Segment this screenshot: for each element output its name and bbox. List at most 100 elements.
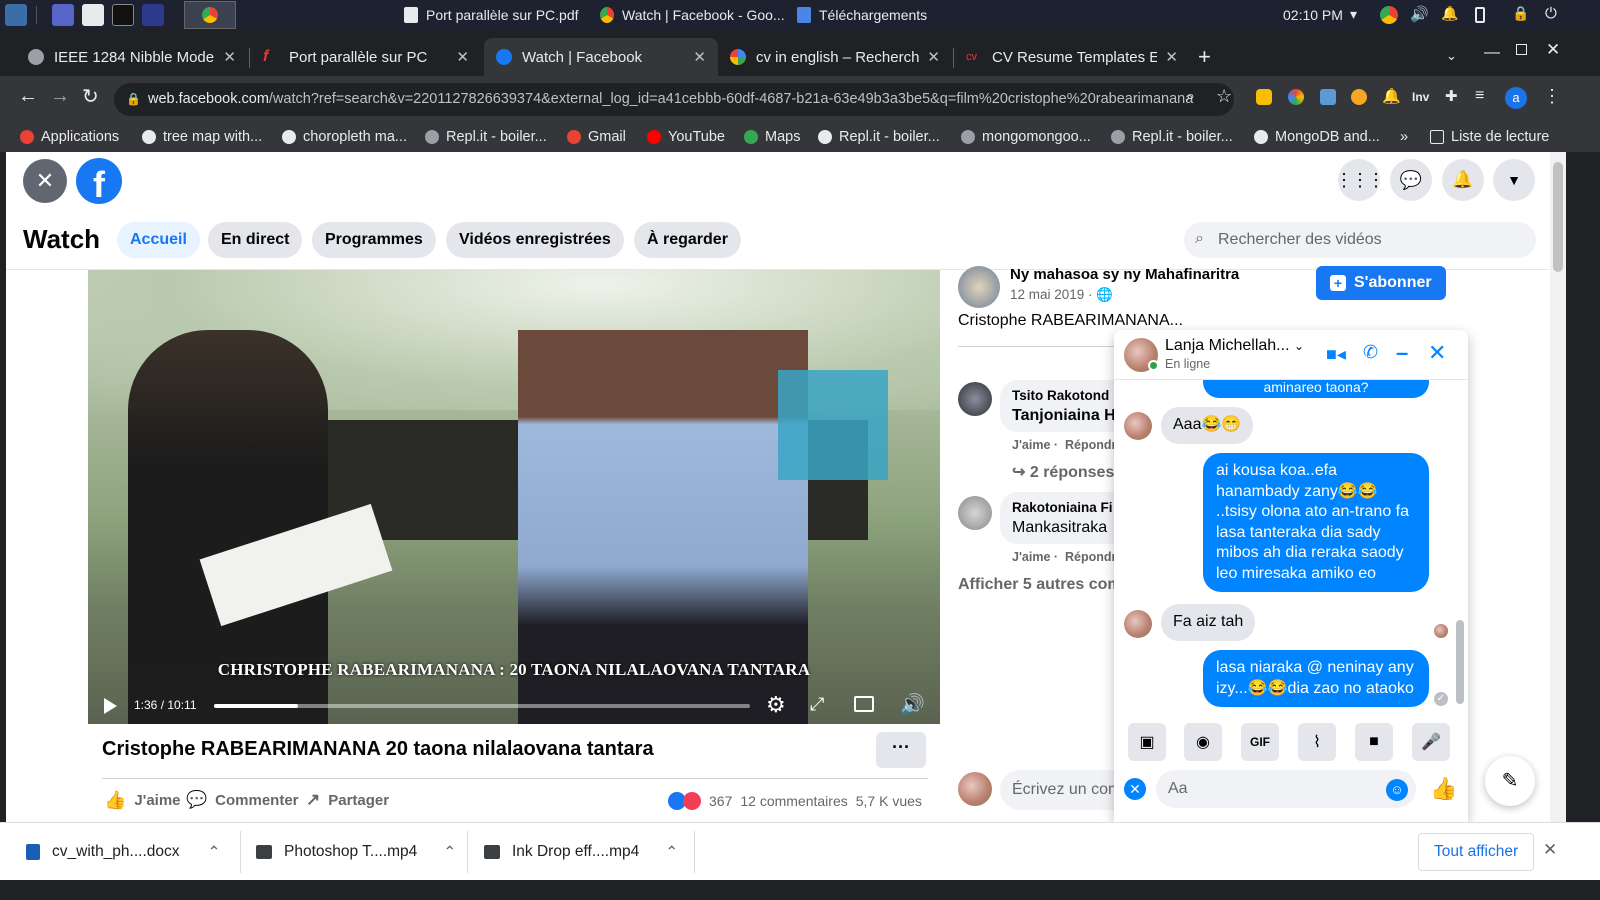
video-call-icon[interactable]: ■◂ bbox=[1326, 344, 1346, 365]
video-player[interactable]: CHRISTOPHE RABEARIMANANA : 20 TAONA NILA… bbox=[88, 270, 940, 724]
media-control-icon[interactable]: ≡ bbox=[1475, 87, 1484, 105]
bookmark-item[interactable]: MongoDB and... bbox=[1254, 122, 1380, 152]
screen-recorder-icon[interactable] bbox=[142, 4, 164, 26]
address-bar[interactable]: 🔒 web.facebook.com/watch?ref=search&v=22… bbox=[114, 83, 1234, 116]
commenter-avatar[interactable] bbox=[958, 496, 992, 530]
bookmark-item[interactable]: Repl.it - boiler... bbox=[1111, 122, 1233, 152]
new-message-button[interactable]: ✎ bbox=[1485, 756, 1535, 806]
close-window-icon[interactable]: ✕ bbox=[1546, 40, 1560, 60]
tab-videos-enregistrees[interactable]: Vidéos enregistrées bbox=[446, 222, 624, 258]
gif-button[interactable]: GIF bbox=[1241, 723, 1279, 761]
extension-icon[interactable] bbox=[1351, 89, 1367, 105]
tab-a-regarder[interactable]: À regarder bbox=[634, 222, 741, 258]
video-more-button[interactable]: ··· bbox=[876, 732, 926, 768]
tab-en-direct[interactable]: En direct bbox=[208, 222, 303, 258]
message-input[interactable]: Aa bbox=[1156, 770, 1416, 808]
zoom-icon[interactable]: ⌕ bbox=[1186, 88, 1195, 106]
tab-cv-english[interactable]: cv in english – Recherche ✕ bbox=[718, 38, 952, 76]
close-chat-icon[interactable]: ✕ bbox=[1428, 340, 1446, 366]
bookmark-item[interactable]: Gmail bbox=[567, 122, 626, 152]
start-menu-icon[interactable] bbox=[5, 4, 27, 26]
extension-bell-icon[interactable]: 🔔 bbox=[1382, 87, 1401, 105]
emoji-icon[interactable]: ☺ bbox=[1386, 779, 1408, 801]
taskbar-app-downloads[interactable]: Téléchargements bbox=[797, 0, 927, 30]
like-button[interactable]: 👍 J'aime bbox=[104, 790, 181, 811]
tab-programmes[interactable]: Programmes bbox=[312, 222, 436, 258]
thumbs-up-send-icon[interactable]: 👍 bbox=[1430, 776, 1457, 802]
phone-call-icon[interactable]: ✆ bbox=[1363, 342, 1378, 363]
reading-list-button[interactable]: Liste de lecture bbox=[1430, 122, 1549, 152]
subscribe-button[interactable]: + S'abonner bbox=[1316, 266, 1446, 300]
extension-icon[interactable] bbox=[1320, 89, 1336, 105]
page-name[interactable]: Ny mahasoa sy ny Mahafinaritra bbox=[1010, 266, 1239, 283]
chrome-taskbar-button[interactable] bbox=[184, 1, 236, 29]
profile-avatar[interactable]: a bbox=[1505, 87, 1527, 109]
attach-button[interactable]: ⌇ bbox=[1298, 723, 1336, 761]
extensions-puzzle-icon[interactable]: ✚ bbox=[1445, 87, 1458, 105]
download-item[interactable]: Photoshop T....mp4 ⌃ bbox=[256, 823, 456, 881]
maximize-window-icon[interactable] bbox=[1516, 44, 1527, 55]
close-tab-icon[interactable]: ✕ bbox=[693, 48, 706, 66]
comment-like-button[interactable]: J'aime bbox=[1012, 438, 1050, 452]
play-icon[interactable] bbox=[104, 698, 117, 714]
extension-icon[interactable] bbox=[1256, 89, 1272, 105]
bookmark-item[interactable]: Repl.it - boiler... bbox=[425, 122, 547, 152]
new-tab-icon[interactable]: + bbox=[1198, 44, 1211, 70]
menu-button[interactable]: ⋮⋮⋮ bbox=[1335, 159, 1385, 201]
video-search-input[interactable]: ⌕ Rechercher des vidéos bbox=[1184, 222, 1536, 258]
bookmark-item[interactable]: mongomongoo... bbox=[961, 122, 1091, 152]
chevron-up-icon[interactable]: ⌃ bbox=[208, 843, 221, 862]
power-icon[interactable]: ⏻ bbox=[1545, 5, 1557, 22]
video-clip-button[interactable]: ■ bbox=[1355, 723, 1393, 761]
picture-in-picture-icon[interactable] bbox=[854, 696, 874, 712]
reload-icon[interactable]: ↻ bbox=[82, 84, 99, 109]
comment-like-button[interactable]: J'aime bbox=[1012, 550, 1050, 564]
terminal-icon[interactable] bbox=[112, 4, 134, 26]
facebook-logo-icon[interactable]: f bbox=[76, 158, 122, 205]
volume-icon[interactable]: 🔊 bbox=[900, 692, 925, 717]
bookmark-item[interactable]: Maps bbox=[744, 122, 800, 152]
taskbar-app-pdf[interactable]: Port parallèle sur PC.pdf bbox=[404, 0, 579, 30]
commenter-avatar[interactable] bbox=[958, 382, 992, 416]
comment-reply-button[interactable]: Répondr bbox=[1065, 550, 1116, 564]
back-icon[interactable]: ← bbox=[18, 85, 38, 108]
lock-icon[interactable]: 🔒 bbox=[1512, 5, 1529, 22]
settings-gear-icon[interactable]: ⚙ bbox=[766, 692, 786, 718]
view-replies-button[interactable]: ↪ 2 réponses bbox=[1012, 462, 1114, 482]
share-button[interactable]: ↗ Partager bbox=[306, 790, 389, 810]
notification-icon[interactable]: 🔔 bbox=[1441, 5, 1458, 22]
more-actions-icon[interactable]: ✕ bbox=[1124, 778, 1146, 800]
minimize-window-icon[interactable]: — bbox=[1484, 44, 1500, 62]
bookmark-item[interactable]: tree map with... bbox=[142, 122, 262, 152]
voice-clip-button[interactable]: 🎤 bbox=[1412, 723, 1450, 761]
tab-accueil[interactable]: Accueil bbox=[117, 222, 200, 258]
tab-search-icon[interactable]: ⌄ bbox=[1446, 48, 1457, 64]
reaction-count[interactable]: 367 bbox=[709, 793, 732, 809]
battery-icon[interactable] bbox=[1475, 7, 1485, 23]
close-tab-icon[interactable]: ✕ bbox=[1165, 48, 1178, 66]
my-avatar[interactable] bbox=[958, 772, 992, 806]
tab-port-parallele[interactable]: f Port parallèle sur PC ✕ bbox=[251, 38, 481, 76]
photo-button[interactable]: ▣ bbox=[1128, 723, 1166, 761]
wifi-icon[interactable]: ▾ bbox=[1350, 6, 1357, 23]
close-video-button[interactable]: ✕ bbox=[23, 159, 67, 203]
video-progress-track[interactable] bbox=[214, 704, 750, 708]
file-manager-icon[interactable] bbox=[82, 4, 104, 26]
tab-cv-templates[interactable]: cv CV Resume Templates Exa ✕ bbox=[954, 38, 1190, 76]
chat-scrollbar-thumb[interactable] bbox=[1456, 620, 1464, 704]
chat-scrollbar[interactable] bbox=[1454, 380, 1466, 714]
bookmark-item[interactable]: Repl.it - boiler... bbox=[818, 122, 940, 152]
bookmarks-more-button[interactable]: » bbox=[1400, 122, 1408, 152]
download-item[interactable]: Ink Drop eff....mp4 ⌃ bbox=[484, 823, 678, 881]
close-tab-icon[interactable]: ✕ bbox=[223, 48, 236, 66]
contact-name[interactable]: Lanja Michellah... ⌄ bbox=[1165, 337, 1304, 355]
messenger-button[interactable]: 💬 bbox=[1390, 159, 1432, 201]
bookmark-item[interactable]: YouTube bbox=[647, 122, 725, 152]
close-downloads-icon[interactable]: ✕ bbox=[1543, 840, 1557, 860]
minimize-chat-icon[interactable]: – bbox=[1396, 340, 1408, 366]
chevron-up-icon[interactable]: ⌃ bbox=[665, 843, 678, 862]
download-item[interactable]: cv_with_ph....docx ⌃ bbox=[26, 823, 221, 881]
comment-button[interactable]: 💬 Commenter bbox=[186, 790, 299, 810]
page-avatar[interactable] bbox=[958, 266, 1000, 308]
bookmark-item[interactable]: choropleth ma... bbox=[282, 122, 407, 152]
